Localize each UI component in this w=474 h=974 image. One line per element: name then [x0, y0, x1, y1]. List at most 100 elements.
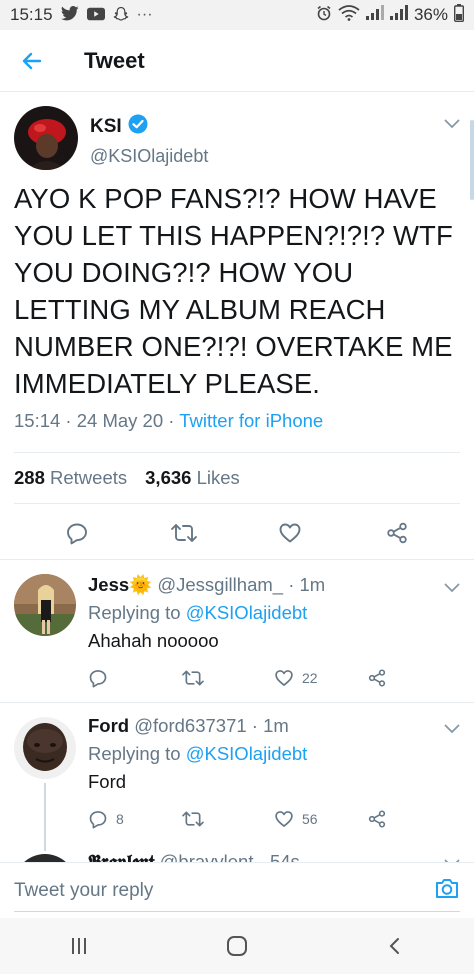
- reply-input[interactable]: Tweet your reply: [14, 880, 434, 902]
- main-tweet: KSI @KSIOlajidebt AYO K POP FANS?!? HOW …: [0, 92, 474, 562]
- home-icon: [227, 936, 247, 956]
- alarm-icon: [316, 5, 332, 26]
- share-icon: [387, 522, 407, 544]
- back-button[interactable]: [0, 49, 64, 73]
- replying-to-label: Replying to: [88, 743, 181, 764]
- reply-retweet-button[interactable]: [181, 809, 274, 829]
- reply-author-name[interactable]: Ford: [88, 715, 129, 736]
- reply-time: 1m: [299, 574, 326, 595]
- tweet-stats: 288 Retweets 3,636 Likes: [14, 453, 460, 503]
- reply-button[interactable]: [37, 521, 117, 545]
- tweet-meta: 15:14 · 24 May 20 · Twitter for iPhone: [14, 410, 324, 431]
- twitter-notification-icon: [60, 6, 79, 24]
- author-handle[interactable]: @KSIOlajidebt: [90, 146, 208, 167]
- system-nav-bar: [0, 918, 474, 974]
- reply-header: Ford @ford637371 · 1m: [88, 715, 289, 736]
- reply-time: 1m: [263, 715, 289, 736]
- reply-composer: Tweet your reply: [0, 862, 474, 918]
- author-name-row[interactable]: KSI: [90, 114, 208, 140]
- status-time: 15:15: [10, 5, 53, 24]
- share-button[interactable]: [357, 521, 437, 545]
- reply-icon: [89, 811, 107, 829]
- back-chevron-icon: [389, 938, 399, 954]
- reply-like-button[interactable]: 56: [274, 809, 367, 829]
- reply-tweet[interactable]: Ford @ford637371 · 1m Replying to @KSIOl…: [0, 702, 474, 862]
- like-count: 22: [302, 670, 318, 686]
- tweet-text: AYO K POP FANS?!? HOW HAVE YOU LET THIS …: [14, 183, 453, 399]
- chevron-down-icon: [444, 119, 460, 129]
- top-app-bar: Tweet: [0, 30, 474, 92]
- like-button[interactable]: [250, 521, 330, 545]
- reply-count: 8: [116, 811, 124, 827]
- likes-stat[interactable]: 3,636 Likes: [145, 467, 240, 489]
- tweet-time: 15:14: [14, 410, 61, 431]
- recent-apps-button[interactable]: [49, 936, 109, 956]
- signal-icon-1: [365, 5, 384, 25]
- reply-header: 𝕭𝖗𝖆𝖛𝖑𝖊𝖓𝖙 @bravylent · 54s: [88, 851, 460, 862]
- heart-icon: [279, 523, 301, 543]
- reply-reply-button[interactable]: [88, 668, 181, 688]
- reply-text: Ford: [88, 771, 127, 792]
- battery-percent: 36%: [413, 5, 448, 24]
- battery-icon: [453, 3, 465, 27]
- heart-icon: [275, 811, 293, 827]
- system-back-button[interactable]: [365, 936, 425, 956]
- heart-icon: [275, 670, 293, 686]
- likes-count: 3,636: [145, 467, 192, 488]
- share-icon: [368, 669, 386, 687]
- reply-author-name[interactable]: Jess: [88, 574, 129, 595]
- tweet-date: 24 May 20: [76, 410, 164, 431]
- tweet-source-link[interactable]: Twitter for iPhone: [179, 410, 323, 431]
- chevron-down-icon: [444, 724, 460, 734]
- home-button[interactable]: [207, 935, 267, 957]
- reply-header: Jess🌞 @Jessgillham_ · 1m: [88, 574, 326, 595]
- reply-tweet[interactable]: Jess🌞 @Jessgillham_ · 1m Replying to @KS…: [0, 559, 474, 702]
- reply-avatar[interactable]: [14, 717, 76, 779]
- retweets-count: 288: [14, 467, 45, 488]
- author-avatar[interactable]: [14, 106, 78, 170]
- status-bar: 15:15 ··· 36%: [0, 0, 474, 30]
- camera-button[interactable]: [434, 876, 460, 905]
- reply-author-handle[interactable]: @ford637371: [134, 715, 246, 736]
- reply-time: 54s: [269, 851, 300, 862]
- retweet-button[interactable]: [144, 521, 224, 545]
- retweets-stat[interactable]: 288 Retweets: [14, 467, 127, 489]
- reply-icon: [89, 670, 107, 688]
- likes-label: Likes: [196, 467, 240, 488]
- reply-avatar[interactable]: [14, 854, 76, 862]
- signal-icon-2: [389, 5, 408, 25]
- reply-author-handle[interactable]: @bravylent: [160, 851, 254, 862]
- reply-like-button[interactable]: 22: [274, 668, 367, 688]
- wifi-icon: [338, 4, 360, 26]
- reply-author-name[interactable]: 𝕭𝖗𝖆𝖛𝖑𝖊𝖓𝖙: [88, 851, 154, 862]
- chevron-down-icon: [444, 583, 460, 593]
- reply-reply-button[interactable]: 8: [88, 809, 181, 829]
- replying-to-label: Replying to: [88, 602, 181, 623]
- replying-to: Replying to @KSIOlajidebt: [88, 743, 460, 765]
- replying-to-mention[interactable]: @KSIOlajidebt: [186, 743, 308, 764]
- reply-author-handle[interactable]: @Jessgillham_: [157, 574, 283, 595]
- reply-avatar[interactable]: [14, 574, 76, 636]
- reply-tweet-partial[interactable]: 𝕭𝖗𝖆𝖛𝖑𝖊𝖓𝖙 @bravylent · 54s: [0, 848, 474, 862]
- thread-line: [44, 783, 46, 851]
- tweet-options-button[interactable]: [444, 116, 460, 134]
- tweet-actions: [14, 504, 460, 562]
- reply-share-button[interactable]: [367, 668, 460, 688]
- recent-apps-icon: [72, 938, 86, 954]
- retweet-icon: [170, 524, 197, 542]
- camera-icon: [436, 879, 458, 898]
- reply-actions: 22: [88, 666, 460, 690]
- reply-actions: 8 56: [88, 807, 460, 831]
- reply-options-button[interactable]: [444, 721, 460, 739]
- reply-text: Ahahah nooooo: [88, 630, 219, 651]
- reply-share-button[interactable]: [367, 809, 460, 829]
- reply-retweet-button[interactable]: [181, 668, 274, 688]
- page-title: Tweet: [84, 47, 145, 73]
- replying-to-mention[interactable]: @KSIOlajidebt: [186, 602, 308, 623]
- reply-options-button[interactable]: [444, 580, 460, 598]
- like-count: 56: [302, 811, 318, 827]
- share-icon: [368, 810, 386, 828]
- reply-input-underline: [14, 911, 460, 912]
- replying-to: Replying to @KSIOlajidebt: [88, 602, 460, 624]
- verified-badge-icon: [128, 114, 148, 140]
